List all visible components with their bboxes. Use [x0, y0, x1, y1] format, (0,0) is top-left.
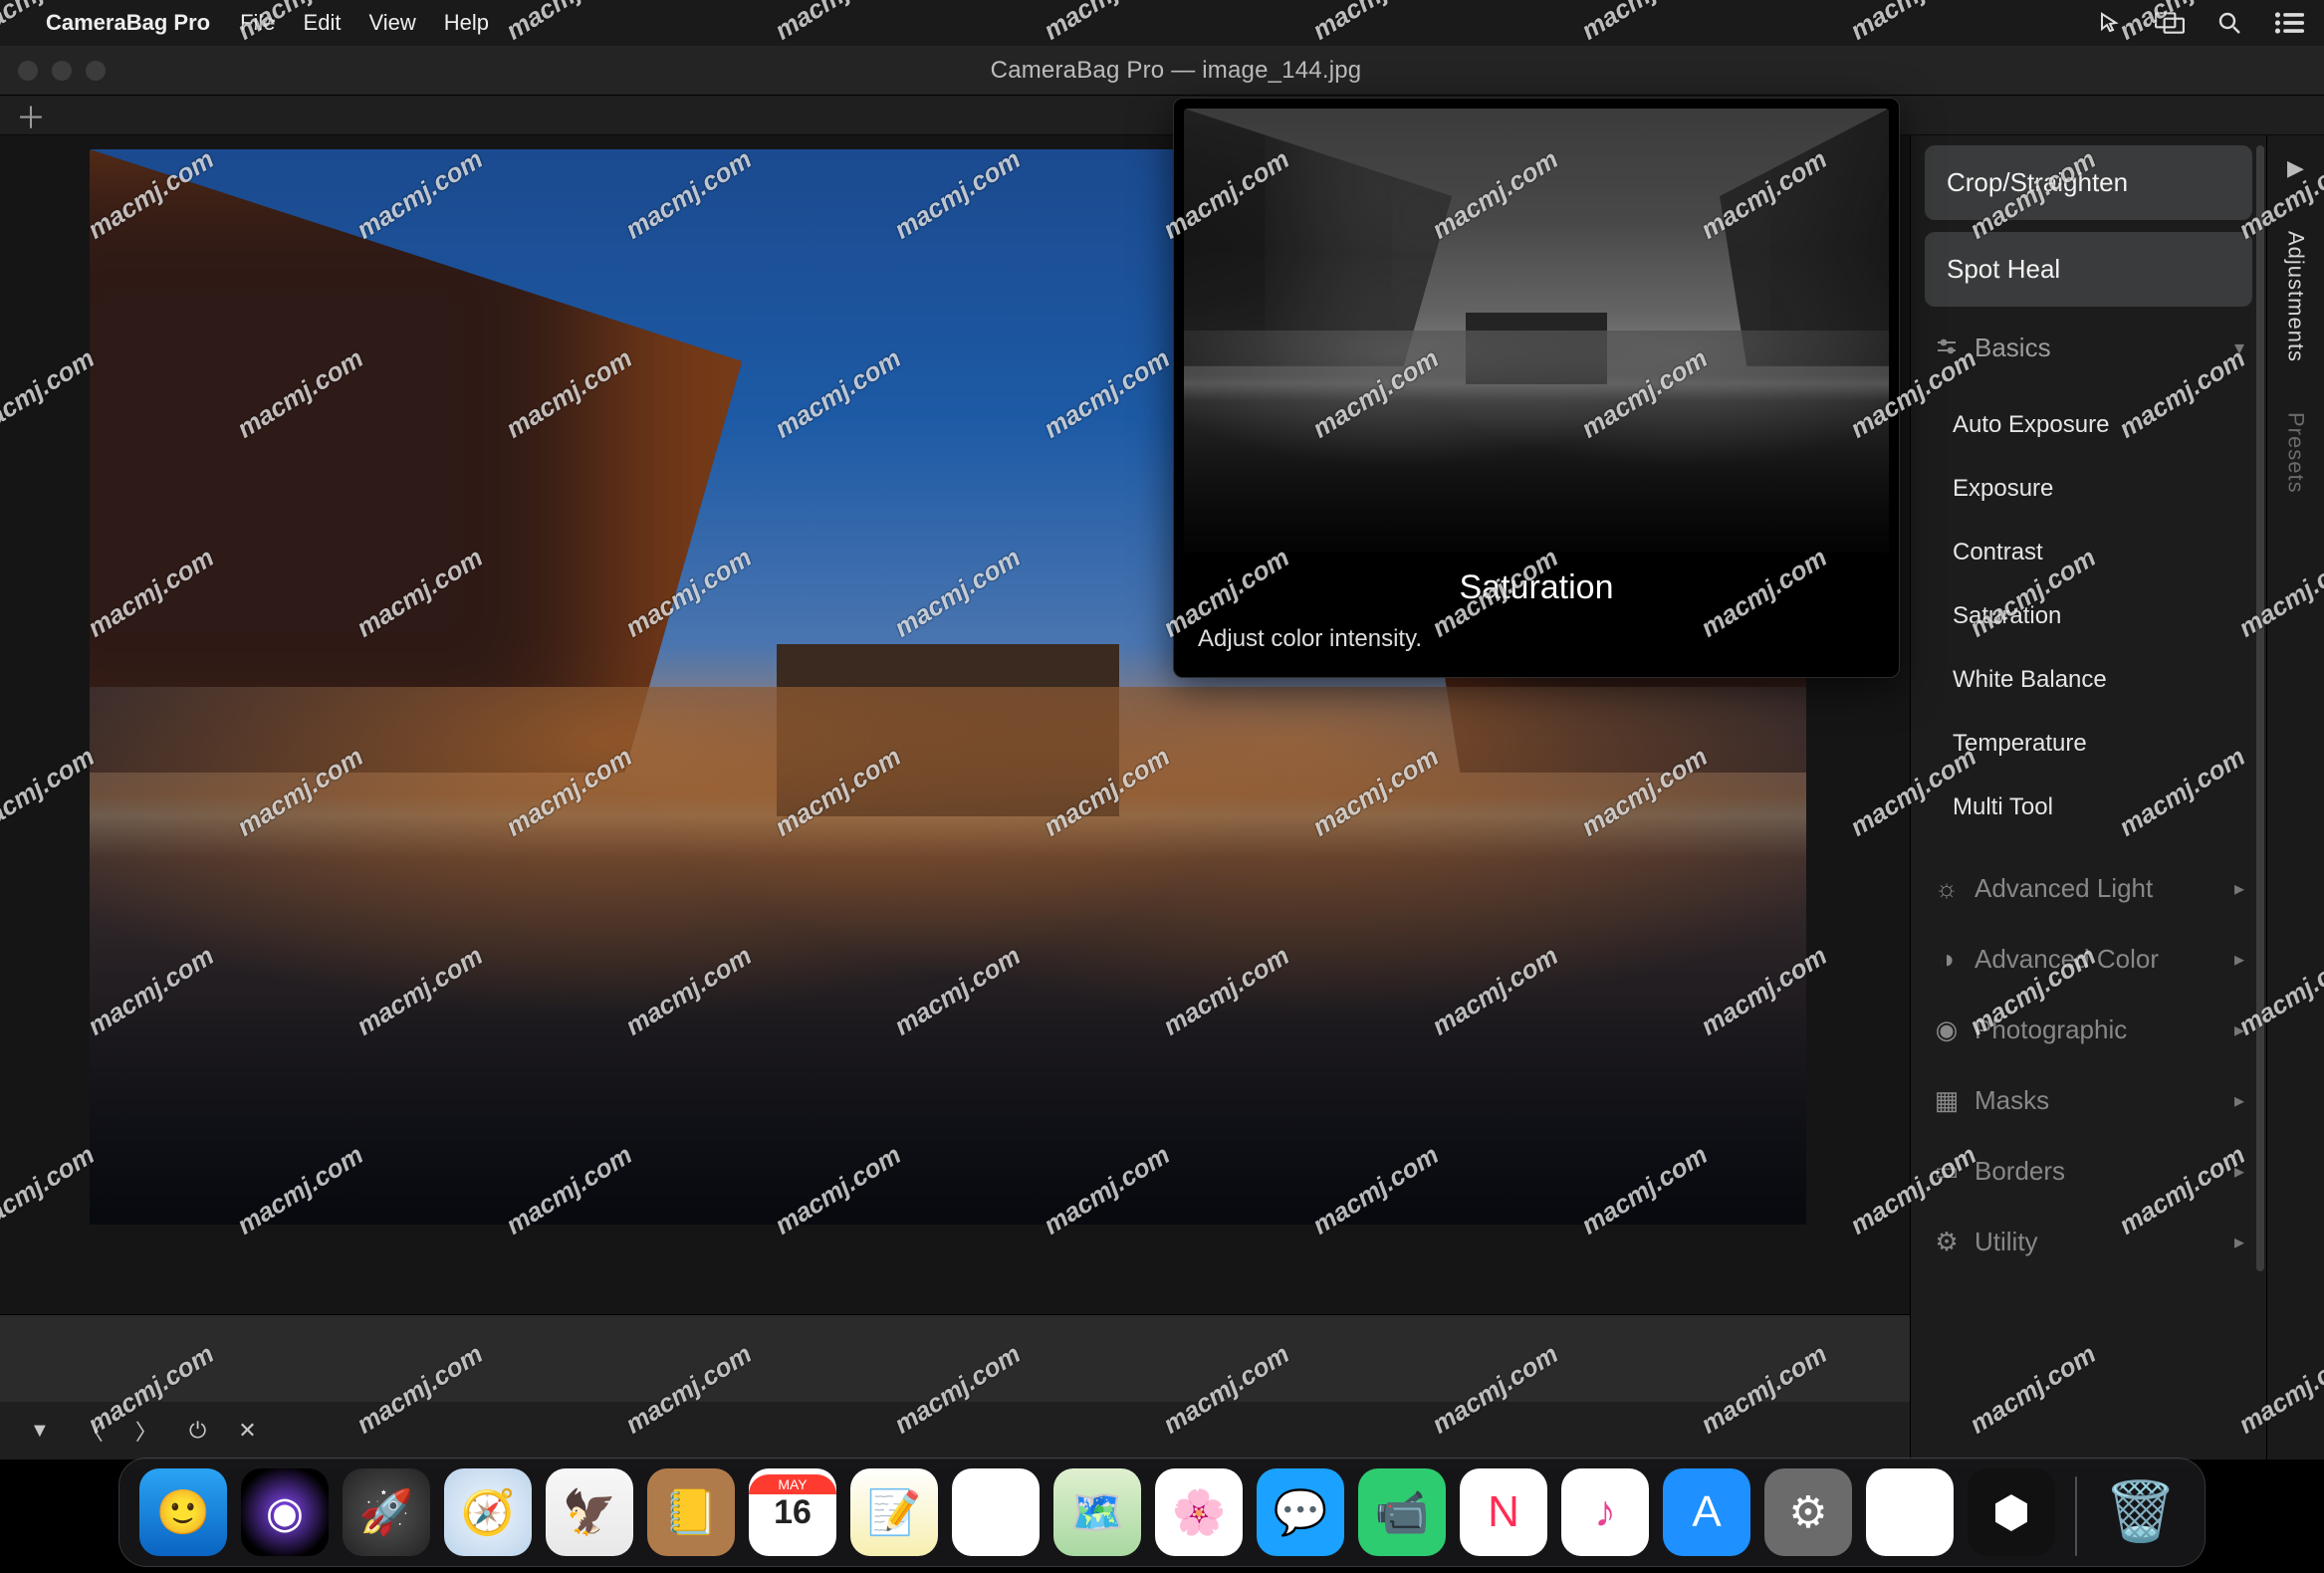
collapse-panel-icon[interactable]: ▶ [2287, 155, 2304, 181]
item-contrast[interactable]: Contrast [1925, 521, 2252, 584]
section-label: Utility [1975, 1227, 2038, 1257]
dock-notes[interactable]: 📝 [850, 1468, 938, 1556]
close-icon[interactable]: ✕ [238, 1418, 256, 1444]
tab-presets[interactable]: Presets [2283, 412, 2309, 494]
basics-items: Auto Exposure Exposure Contrast Saturati… [1925, 389, 2252, 847]
spotlight-search-icon[interactable] [2214, 11, 2244, 35]
section-basics[interactable]: Basics ▾ [1925, 319, 2252, 377]
item-white-balance[interactable]: White Balance [1925, 648, 2252, 712]
chevron-right-icon: ▸ [2234, 1159, 2244, 1184]
dock-textedit[interactable]: ✎ [1866, 1468, 1954, 1556]
dock-photos[interactable]: 🌸 [1155, 1468, 1243, 1556]
dock-launchpad[interactable]: 🚀 [343, 1468, 430, 1556]
window-title: CameraBag Pro — image_144.jpg [106, 57, 2246, 85]
dock-reminders[interactable]: ☰ [952, 1468, 1040, 1556]
dock-mail[interactable]: 🦅 [546, 1468, 633, 1556]
calendar-day: 16 [774, 1495, 812, 1529]
chevron-right-icon: ▸ [2234, 1017, 2244, 1042]
chevron-right-icon: ▸ [2234, 1088, 2244, 1113]
dock-siri[interactable]: ◉ [241, 1468, 329, 1556]
dock-news[interactable]: N [1460, 1468, 1547, 1556]
adjustment-tooltip-card: Saturation Adjust color intensity. [1173, 98, 1900, 678]
dock-trash[interactable]: 🗑️ [2097, 1468, 2185, 1556]
section-advanced-color[interactable]: ◑ Advanced Color ▸ [1925, 930, 2252, 989]
app-name[interactable]: CameraBag Pro [46, 10, 210, 36]
screen-mirror-icon[interactable] [2155, 11, 2185, 35]
section-photographic[interactable]: ◉ Photographic ▸ [1925, 1001, 2252, 1059]
dock-contacts[interactable]: 📒 [647, 1468, 735, 1556]
tab-adjustments[interactable]: Adjustments [2283, 231, 2309, 362]
section-borders[interactable]: ▭ Borders ▸ [1925, 1142, 2252, 1201]
power-toggle-icon[interactable]: ⏻ [189, 1418, 206, 1444]
chevron-down-icon: ▾ [2234, 336, 2244, 360]
minimize-window-icon[interactable] [52, 61, 72, 81]
border-icon: ▭ [1933, 1158, 1961, 1186]
calendar-month: MAY [749, 1474, 836, 1494]
chevron-right-icon: ▸ [2234, 947, 2244, 972]
close-window-icon[interactable] [18, 61, 38, 81]
item-exposure[interactable]: Exposure [1925, 457, 2252, 521]
tooltip-preview-image [1184, 109, 1889, 553]
traffic-lights[interactable] [18, 61, 106, 81]
tooltip-title: Saturation [1184, 568, 1889, 607]
mac-menubar: CameraBag Pro File Edit View Help [0, 0, 2324, 46]
bottom-toolbar: ▼ 〈 〉 ⏻ ✕ [0, 1402, 1910, 1460]
section-advanced-light[interactable]: ☼ Advanced Light ▸ [1925, 859, 2252, 918]
menu-help[interactable]: Help [444, 10, 489, 36]
item-saturation[interactable]: Saturation [1925, 584, 2252, 648]
dock-app-store[interactable]: A [1663, 1468, 1750, 1556]
chevron-right-icon: ▸ [2234, 1230, 2244, 1254]
adjustment-timeline[interactable] [0, 1314, 1910, 1402]
aperture-icon: ◉ [1933, 1016, 1961, 1044]
tab-strip: ＋ [0, 96, 2324, 135]
section-masks[interactable]: ▦ Masks ▸ [1925, 1071, 2252, 1130]
dock-music[interactable]: ♪ [1561, 1468, 1649, 1556]
app-window: CameraBag Pro — image_144.jpg ＋ ▼ 〈 〉 ⏻ [0, 46, 2324, 1460]
gear-icon: ⚙ [1933, 1229, 1961, 1256]
dock-camerabag[interactable]: ⬢ [1968, 1468, 2055, 1556]
dock-messages[interactable]: 💬 [1257, 1468, 1344, 1556]
menu-view[interactable]: View [368, 10, 415, 36]
tooltip-description: Adjust color intensity. [1184, 625, 1889, 653]
sun-icon: ☼ [1933, 875, 1961, 903]
menu-edit[interactable]: Edit [304, 10, 342, 36]
window-titlebar: CameraBag Pro — image_144.jpg [0, 46, 2324, 96]
prev-button[interactable]: 〈 [82, 1415, 104, 1447]
dock-facetime[interactable]: 📹 [1358, 1468, 1446, 1556]
cursor-status-icon[interactable] [2095, 11, 2125, 35]
dock-separator [2075, 1476, 2077, 1556]
dock-area: 🙂 ◉ 🚀 🧭 🦅 📒 MAY 16 📝 ☰ 🗺️ 🌸 💬 📹 N ♪ A ⚙ … [0, 1460, 2324, 1573]
right-rail: ▶ Adjustments Presets [2266, 135, 2324, 1460]
item-multi-tool[interactable]: Multi Tool [1925, 776, 2252, 839]
spot-heal-button[interactable]: Spot Heal [1925, 232, 2252, 307]
sliders-icon [1933, 335, 1961, 362]
dock-safari[interactable]: 🧭 [444, 1468, 532, 1556]
collapse-timeline-icon[interactable]: ▼ [30, 1420, 50, 1443]
section-label: Borders [1975, 1156, 2065, 1187]
adjustments-panel: Crop/Straighten Spot Heal Basics ▾ Auto … [1910, 135, 2266, 1460]
dock-maps[interactable]: 🗺️ [1053, 1468, 1141, 1556]
scrollbar-thumb[interactable] [2256, 145, 2264, 1271]
palette-icon: ◑ [1933, 946, 1961, 974]
section-utility[interactable]: ⚙ Utility ▸ [1925, 1213, 2252, 1271]
item-auto-exposure[interactable]: Auto Exposure [1925, 393, 2252, 457]
section-label: Basics [1975, 333, 2051, 363]
control-center-icon[interactable] [2274, 11, 2304, 35]
chevron-right-icon: ▸ [2234, 876, 2244, 901]
zoom-window-icon[interactable] [86, 61, 106, 81]
section-label: Advanced Light [1975, 873, 2153, 904]
next-button[interactable]: 〉 [135, 1415, 157, 1447]
section-label: Masks [1975, 1085, 2049, 1116]
dock-system-prefs[interactable]: ⚙ [1764, 1468, 1852, 1556]
dock-finder[interactable]: 🙂 [139, 1468, 227, 1556]
new-tab-button[interactable]: ＋ [16, 94, 46, 137]
item-temperature[interactable]: Temperature [1925, 712, 2252, 776]
mask-icon: ▦ [1933, 1087, 1961, 1115]
menu-file[interactable]: File [240, 10, 275, 36]
crop-straighten-button[interactable]: Crop/Straighten [1925, 145, 2252, 220]
dock: 🙂 ◉ 🚀 🧭 🦅 📒 MAY 16 📝 ☰ 🗺️ 🌸 💬 📹 N ♪ A ⚙ … [118, 1458, 2206, 1567]
dock-calendar[interactable]: MAY 16 [749, 1468, 836, 1556]
section-label: Advanced Color [1975, 944, 2159, 975]
section-label: Photographic [1975, 1014, 2127, 1045]
